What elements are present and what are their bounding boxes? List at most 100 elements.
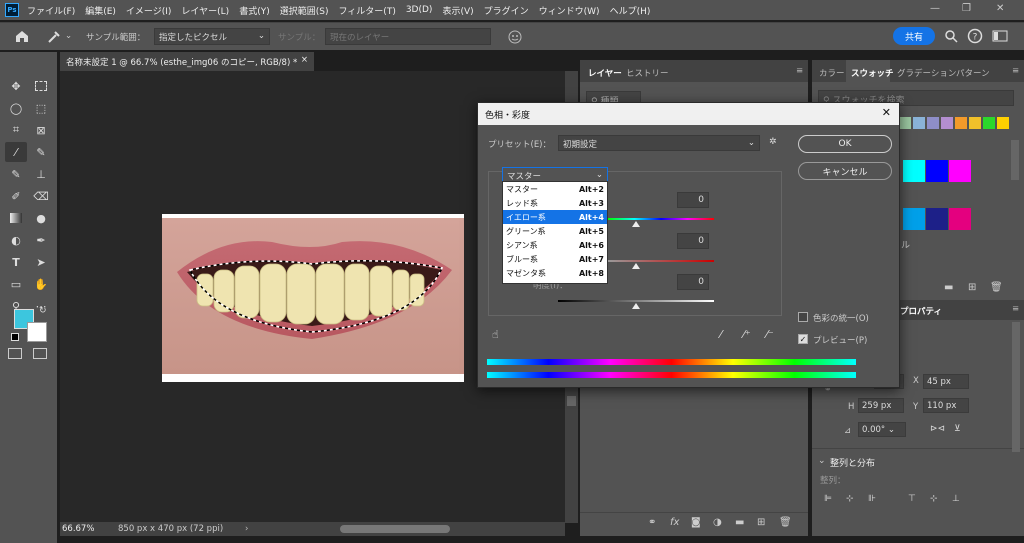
hue-slider-track[interactable]	[608, 218, 714, 220]
tab-swatches[interactable]: スウォッチ	[851, 67, 894, 79]
swatch-blue[interactable]	[926, 160, 948, 182]
background-color-swatch[interactable]	[27, 322, 47, 342]
hue-slider-thumb[interactable]	[632, 221, 640, 227]
new-layer-icon[interactable]: ⊞	[757, 517, 765, 528]
ok-button[interactable]: OK	[798, 135, 892, 153]
eraser-tool-icon[interactable]: ⌫	[30, 186, 52, 206]
tab-properties[interactable]: プロパティ	[900, 305, 942, 317]
preset-dropdown[interactable]: 初期設定 ⌄	[558, 135, 760, 151]
tab-patterns[interactable]: パターン	[956, 67, 990, 79]
mask-icon[interactable]: ◙	[691, 517, 701, 528]
menu-type[interactable]: 書式(Y)	[239, 4, 270, 17]
channel-option[interactable]: ブルー系 Alt+7	[503, 252, 607, 266]
channel-dropdown[interactable]: マスター ⌄	[502, 167, 608, 182]
x-field[interactable]: 45 px	[923, 374, 969, 389]
path-select-icon[interactable]: ➤	[30, 252, 52, 272]
properties-scrollbar[interactable]	[1012, 322, 1020, 452]
hand-tool-icon[interactable]: ✋	[30, 274, 52, 294]
brush-tool-icon[interactable]: ✎	[5, 164, 27, 184]
lightness-slider-track[interactable]	[558, 300, 714, 302]
smiley-icon[interactable]	[507, 29, 523, 45]
swatch-color[interactable]	[969, 117, 981, 129]
menu-3d[interactable]: 3D(D)	[406, 5, 433, 15]
fx-icon[interactable]: fx	[670, 517, 679, 528]
quick-mask-icon[interactable]	[8, 348, 22, 359]
saturation-slider-thumb[interactable]	[632, 263, 640, 269]
pen-tool-icon[interactable]: ✒	[30, 230, 52, 250]
collapse-icon[interactable]: ⌄	[818, 456, 826, 466]
align-top-icon[interactable]: ⊤	[908, 494, 916, 504]
align-center-icon[interactable]: ⊹	[846, 494, 854, 504]
folder-icon[interactable]: ▬	[735, 517, 744, 528]
close-tab-icon[interactable]: ×	[301, 55, 308, 65]
dodge-tool-icon[interactable]: ◐	[5, 230, 27, 250]
menu-view[interactable]: 表示(V)	[442, 4, 473, 17]
lightness-slider-thumb[interactable]	[632, 303, 640, 309]
help-icon[interactable]: ?	[967, 28, 983, 44]
flip-horizontal-icon[interactable]: ⊳⊲	[930, 424, 945, 434]
marquee-tool-icon[interactable]	[30, 76, 52, 96]
menu-help[interactable]: ヘルプ(H)	[610, 4, 651, 17]
menu-image[interactable]: イメージ(I)	[126, 4, 172, 17]
eyedropper-icon[interactable]: ⁄	[720, 328, 722, 341]
channel-option[interactable]: マスター Alt+2	[503, 182, 607, 196]
clone-stamp-icon[interactable]: ⊥	[30, 164, 52, 184]
swatch-magenta[interactable]	[949, 160, 971, 182]
saturation-slider-track[interactable]	[608, 260, 714, 262]
chevron-down-icon[interactable]: ⌄	[65, 31, 72, 41]
swap-colors-icon[interactable]: ↻	[39, 306, 47, 316]
history-brush-icon[interactable]: ✐	[5, 186, 27, 206]
targeted-adjustment-hand-icon[interactable]: ☝	[492, 328, 499, 341]
close-window-icon[interactable]: ✕	[996, 3, 1004, 14]
document-canvas[interactable]	[162, 214, 464, 382]
channel-option[interactable]: シアン系 Alt+6	[503, 238, 607, 252]
trash-icon[interactable]: 🗑	[990, 282, 1003, 293]
swatch-process-blue[interactable]	[926, 208, 948, 230]
swatch-color[interactable]	[997, 117, 1009, 129]
tab-gradient[interactable]: グラデーション	[897, 67, 956, 79]
eyedropper-tool-icon[interactable]	[46, 29, 62, 45]
object-select-tool-icon[interactable]: ⬚	[30, 98, 52, 118]
sample-dropdown[interactable]: 現在のレイヤー	[325, 28, 491, 45]
menu-plugins[interactable]: プラグイン	[484, 4, 529, 17]
eyedropper-subtract-icon[interactable]: ⁄⁻	[766, 328, 774, 341]
saturation-value-field[interactable]: 0	[677, 233, 709, 249]
swatch-process-cyan[interactable]	[903, 208, 925, 230]
menu-select[interactable]: 選択範囲(S)	[280, 4, 329, 17]
swatch-color[interactable]	[955, 117, 967, 129]
swatch-color[interactable]	[913, 117, 925, 129]
minimize-icon[interactable]: —	[930, 3, 940, 14]
align-middle-icon[interactable]: ⊹	[930, 494, 938, 504]
menu-filter[interactable]: フィルター(T)	[338, 4, 395, 17]
document-tab[interactable]: 名称未設定 1 @ 66.7% (esthe_img06 のコピー, RGB/8…	[60, 52, 314, 71]
swatch-cyan[interactable]	[903, 160, 925, 182]
swatch-process-magenta[interactable]	[949, 208, 971, 230]
home-icon[interactable]	[14, 29, 30, 43]
channel-option[interactable]: イエロー系 Alt+4	[503, 210, 607, 224]
tab-color[interactable]: カラー	[819, 67, 845, 79]
restore-icon[interactable]: ❐	[962, 3, 971, 14]
menu-window[interactable]: ウィンドウ(W)	[539, 4, 600, 17]
channel-option[interactable]: レッド系 Alt+3	[503, 196, 607, 210]
y-field[interactable]: 110 px	[923, 398, 969, 413]
angle-field[interactable]: 0.00° ⌄	[858, 422, 906, 437]
panel-menu-icon[interactable]: ≡	[1012, 304, 1019, 314]
settings-gear-icon[interactable]: ✲	[769, 137, 777, 147]
height-field[interactable]: 259 px	[858, 398, 904, 413]
lightness-value-field[interactable]: 0	[677, 274, 709, 290]
crop-tool-icon[interactable]: ⌗	[5, 120, 27, 140]
align-right-icon[interactable]: ⊪	[868, 494, 876, 504]
panel-menu-icon[interactable]: ≡	[1012, 66, 1019, 76]
gradient-tool-icon[interactable]	[5, 208, 27, 228]
preview-checkbox[interactable]: ✓	[798, 334, 808, 344]
scrollbar-thumb[interactable]	[567, 396, 576, 406]
channel-option[interactable]: マゼンタ系 Alt+8	[503, 266, 607, 280]
default-colors-icon[interactable]	[11, 333, 19, 341]
swatch-scrollbar[interactable]	[1011, 140, 1019, 180]
panel-menu-icon[interactable]: ≡	[796, 66, 803, 76]
menu-layer[interactable]: レイヤー(L)	[181, 4, 229, 17]
search-icon[interactable]	[944, 29, 958, 43]
zoom-level[interactable]: 66.67%	[62, 524, 94, 534]
type-tool-icon[interactable]: T	[5, 252, 27, 272]
swatch-color[interactable]	[983, 117, 995, 129]
